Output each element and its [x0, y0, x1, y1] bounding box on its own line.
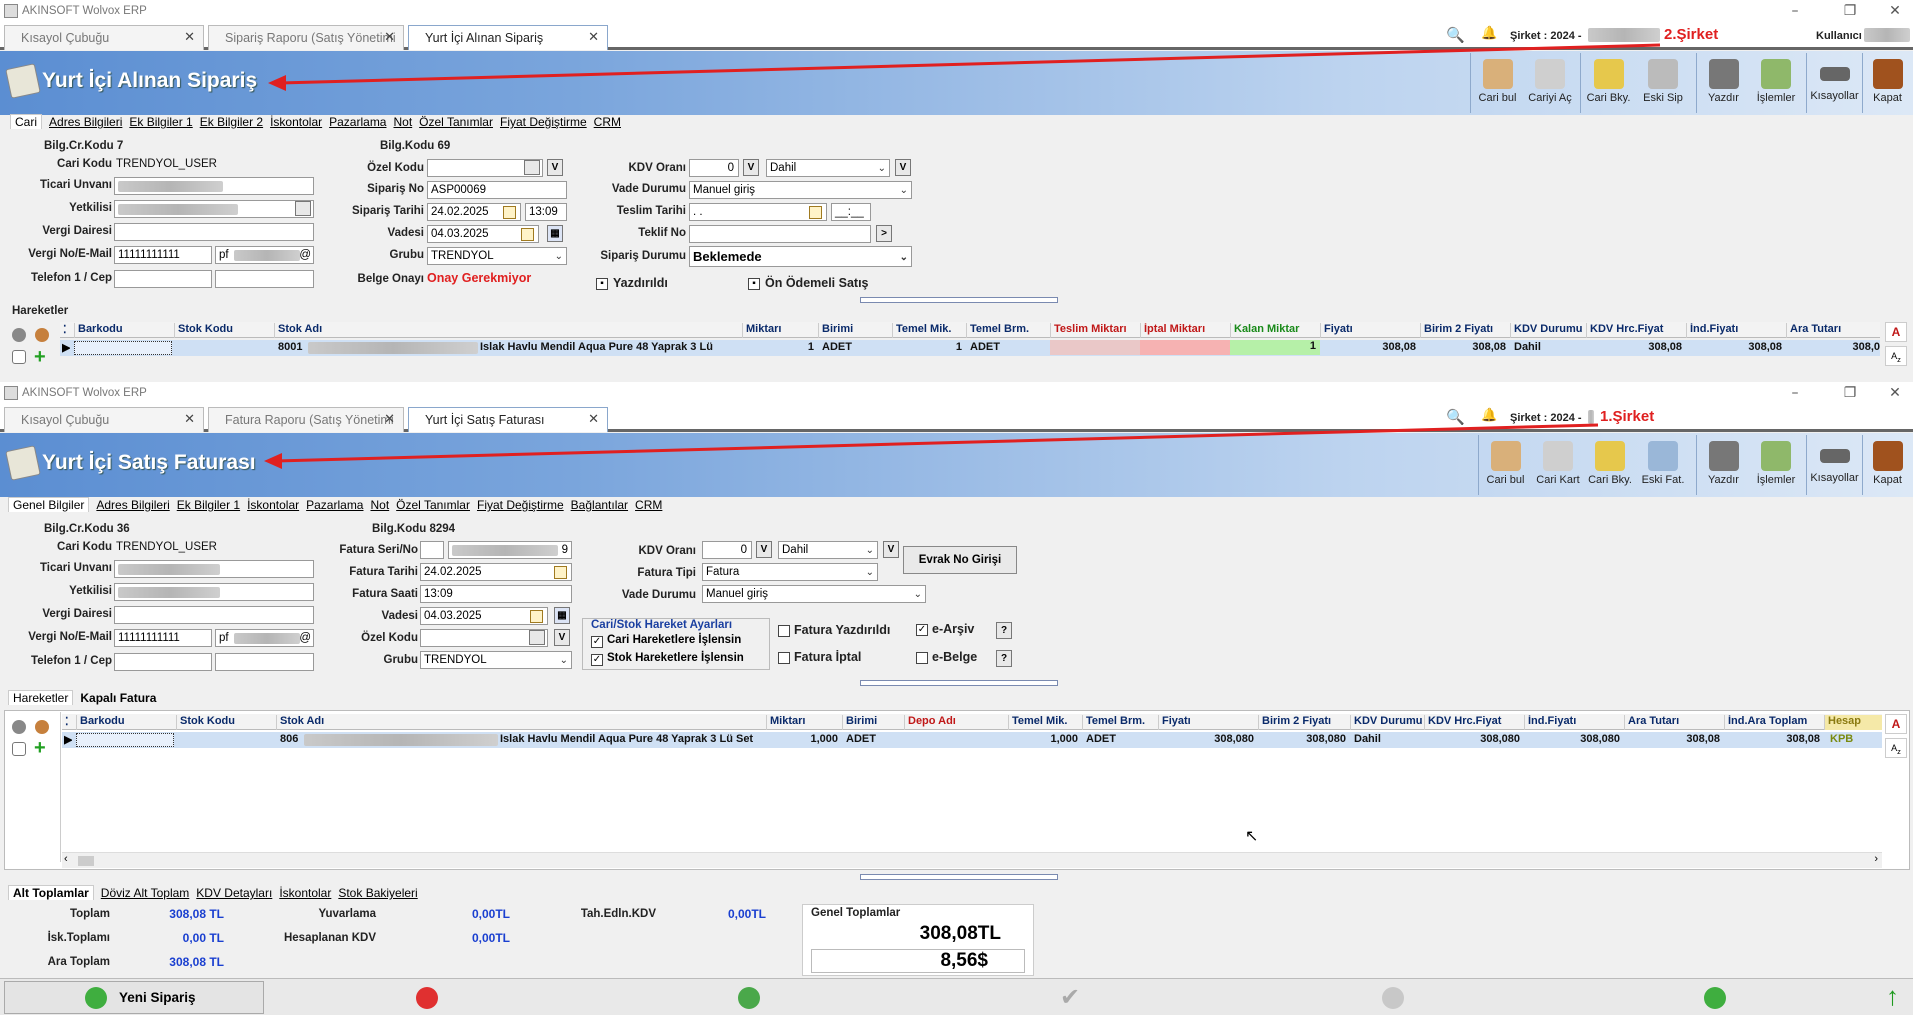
arrow-bottom-head	[264, 453, 282, 469]
annotation-arrows	[264, 43, 1661, 469]
arrow-top-head	[268, 75, 286, 91]
arrow-bottom	[275, 423, 1599, 463]
arrow-top	[279, 43, 1661, 85]
